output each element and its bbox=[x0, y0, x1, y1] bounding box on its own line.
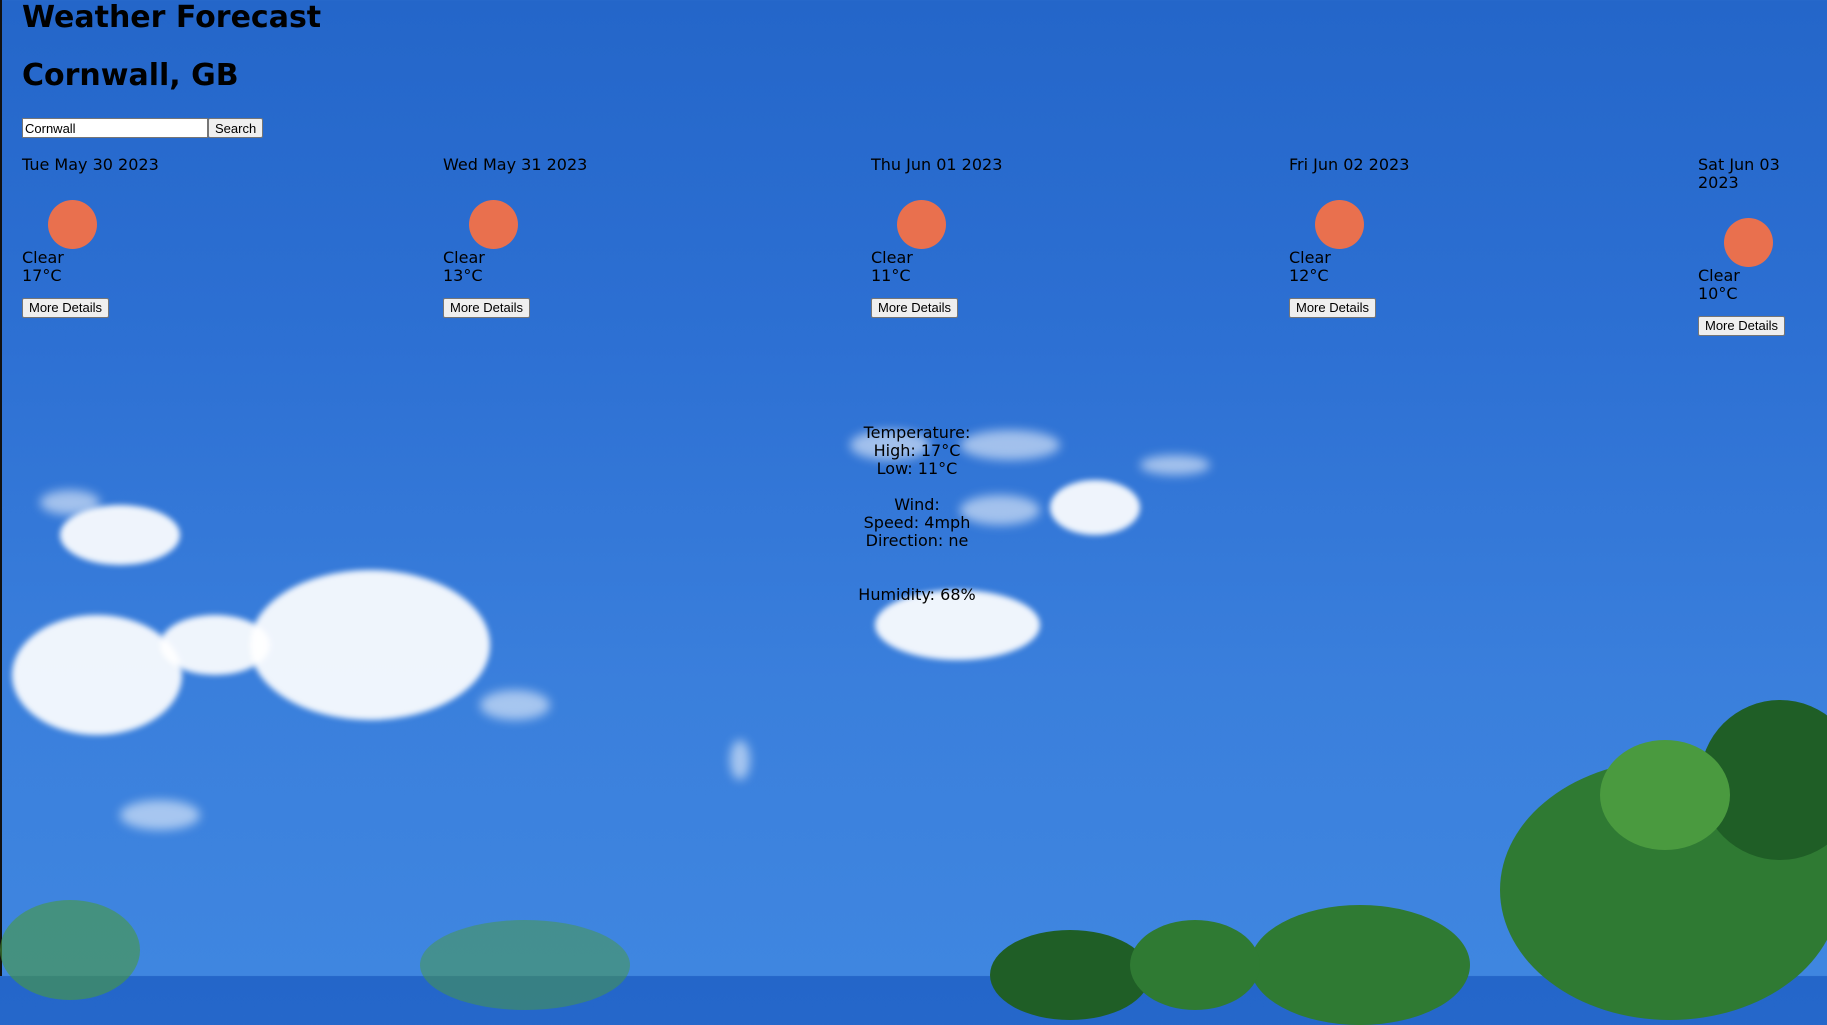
wind-direction: Direction: ne bbox=[865, 531, 969, 550]
forecast-condition: Clear bbox=[871, 248, 913, 267]
forecast-temperature: 12°C bbox=[1289, 266, 1329, 285]
temperature-high: High: 17°C bbox=[873, 441, 961, 460]
forecast-condition: Clear bbox=[443, 248, 485, 267]
forecast-day: Fri Jun 02 2023 Clear 12°C More Details bbox=[1289, 156, 1489, 318]
forecast-day: Thu Jun 01 2023 Clear 11°C More Details bbox=[871, 156, 1071, 318]
forecast-temperature: 17°C bbox=[22, 266, 62, 285]
sun-icon bbox=[897, 200, 946, 249]
sun-icon bbox=[1315, 200, 1364, 249]
details-panel: Temperature: High: 17°C Low: 11°C Wind: … bbox=[817, 424, 1017, 604]
window-edge bbox=[0, 0, 2, 976]
forecast-day: Tue May 30 2023 Clear 17°C More Details bbox=[22, 156, 222, 318]
location-title: Cornwall, GB bbox=[22, 58, 239, 93]
page-title: Weather Forecast bbox=[22, 0, 322, 35]
more-details-button[interactable]: More Details bbox=[871, 297, 958, 318]
forecast-day: Wed May 31 2023 Clear 13°C More Details bbox=[443, 156, 643, 318]
forecast-date: Tue May 30 2023 bbox=[22, 155, 159, 174]
sun-icon bbox=[48, 200, 97, 249]
forecast-condition: Clear bbox=[22, 248, 64, 267]
forecast-temperature: 11°C bbox=[871, 266, 911, 285]
forecast-date: Wed May 31 2023 bbox=[443, 155, 588, 174]
search-button[interactable]: Search bbox=[208, 118, 264, 138]
forecast-condition: Clear bbox=[1289, 248, 1331, 267]
wind-speed: Speed: 4mph bbox=[863, 513, 971, 532]
temperature-low: Low: 11°C bbox=[876, 459, 958, 478]
sun-icon bbox=[1724, 218, 1773, 267]
temperature-heading: Temperature: bbox=[863, 423, 971, 442]
forecast-date: Thu Jun 01 2023 bbox=[871, 155, 1003, 174]
forecast-temperature: 10°C bbox=[1698, 284, 1738, 303]
forecast-date: Sat Jun 03 2023 bbox=[1698, 155, 1780, 192]
more-details-button[interactable]: More Details bbox=[22, 297, 109, 318]
forecast-condition: Clear bbox=[1698, 266, 1740, 285]
humidity: Humidity: 68% bbox=[858, 585, 976, 604]
search-input[interactable] bbox=[22, 118, 208, 138]
forecast-date: Fri Jun 02 2023 bbox=[1289, 155, 1410, 174]
forecast-temperature: 13°C bbox=[443, 266, 483, 285]
more-details-button[interactable]: More Details bbox=[443, 297, 530, 318]
forecast-day: Sat Jun 03 2023 Clear 10°C More Details bbox=[1698, 156, 1823, 336]
search-bar: Search bbox=[22, 118, 264, 138]
more-details-button[interactable]: More Details bbox=[1289, 297, 1376, 318]
sun-icon bbox=[469, 200, 518, 249]
more-details-button[interactable]: More Details bbox=[1698, 315, 1785, 336]
wind-heading: Wind: bbox=[894, 495, 940, 514]
